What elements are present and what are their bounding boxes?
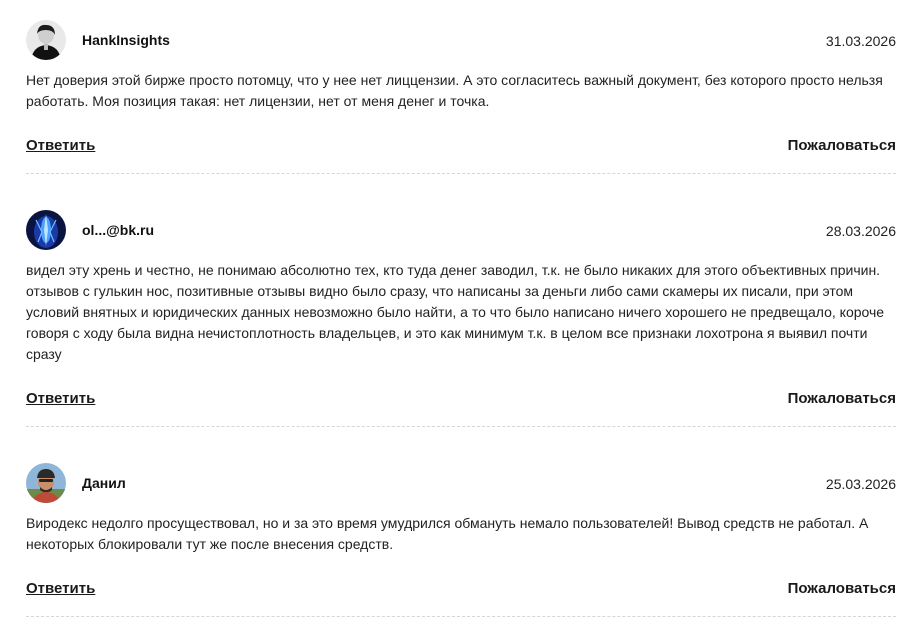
comment-item: ol...@bk.ru 28.03.2026 видел эту хрень и…	[26, 210, 896, 410]
comment-item: HankInsights 31.03.2026 Нет доверия этой…	[26, 20, 896, 157]
reply-link[interactable]: Ответить	[26, 137, 95, 154]
reply-link[interactable]: Ответить	[26, 580, 95, 597]
avatar	[26, 20, 66, 60]
comment-actions: Ответить Пожаловаться	[26, 137, 896, 157]
comment-divider	[26, 616, 896, 617]
comment-item: Данил 25.03.2026 Виродекс недолго просущ…	[26, 463, 896, 600]
comment-header: Данил 25.03.2026	[26, 463, 896, 505]
comment-text: видел эту хрень и честно, не понимаю абс…	[26, 262, 885, 362]
comments-list: HankInsights 31.03.2026 Нет доверия этой…	[0, 0, 909, 635]
comment-text: Виродекс недолго просуществовал, но и за…	[26, 515, 869, 552]
comment-date: 25.03.2026	[825, 476, 896, 492]
report-button[interactable]: Пожаловаться	[788, 580, 896, 597]
report-button[interactable]: Пожаловаться	[788, 137, 896, 154]
comment-author: HankInsights	[82, 32, 170, 48]
comment-author: Данил	[82, 475, 126, 491]
avatar	[26, 210, 66, 250]
comment-divider	[26, 426, 896, 427]
comment-header: HankInsights 31.03.2026	[26, 20, 896, 62]
comment-author: ol...@bk.ru	[82, 222, 154, 238]
comment-actions: Ответить Пожаловаться	[26, 580, 896, 600]
reply-link[interactable]: Ответить	[26, 390, 95, 407]
comment-header: ol...@bk.ru 28.03.2026	[26, 210, 896, 252]
comment-date: 28.03.2026	[825, 223, 896, 239]
avatar	[26, 463, 66, 503]
report-button[interactable]: Пожаловаться	[788, 390, 896, 407]
comment-text: Нет доверия этой бирже просто потомцу, ч…	[26, 72, 883, 109]
comment-divider	[26, 173, 896, 174]
comment-date: 31.03.2026	[825, 33, 896, 49]
comment-actions: Ответить Пожаловаться	[26, 390, 896, 410]
